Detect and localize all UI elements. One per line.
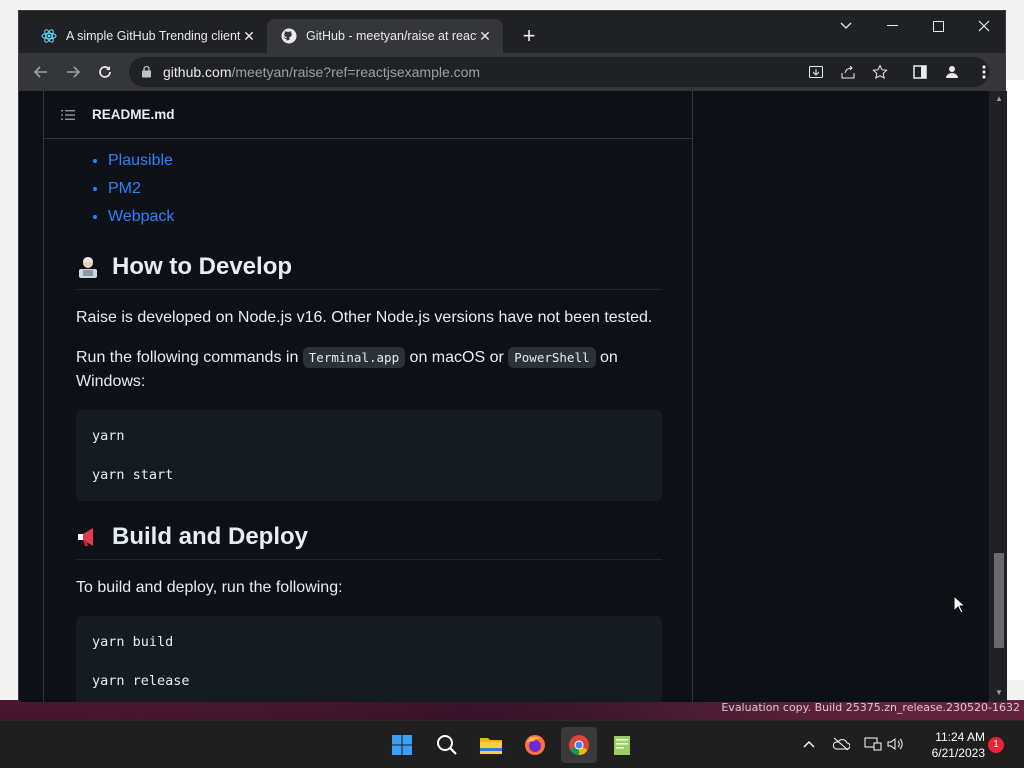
share-icon[interactable] [837,61,859,83]
lock-icon [141,65,153,79]
side-panel-icon[interactable] [909,61,931,83]
heading-build-and-deploy: Build and Deploy [76,523,662,560]
maximize-button[interactable] [915,11,961,41]
list-item[interactable]: Plausible [108,147,662,175]
url-host: github.com [163,64,232,80]
heading-how-to-develop: How to Develop [76,253,662,290]
address-bar[interactable]: github.com /meetyan/raise?ref=reactjsexa… [129,57,989,87]
reload-icon[interactable] [93,60,117,84]
volume-icon[interactable] [885,733,907,755]
browser-toolbar: github.com /meetyan/raise?ref=reactjsexa… [19,53,1005,91]
react-icon [41,28,57,44]
github-icon [281,28,297,44]
code-line: yarn build [92,634,174,650]
megaphone-emoji-icon [76,525,100,549]
close-window-button[interactable] [961,11,1007,41]
back-icon[interactable] [29,60,53,84]
inline-code-powershell: PowerShell [508,347,596,368]
readme-body: Plausible PM2 Webpack How to Develop Rai… [76,141,662,702]
tab-title: A simple GitHub Trending client f [66,29,241,43]
scrollbar-thumb[interactable] [994,553,1004,648]
close-icon[interactable]: ✕ [477,28,493,44]
clock-date: 6/21/2023 [931,746,985,760]
bookmark-star-icon[interactable] [869,61,891,83]
onedrive-offline-icon[interactable] [830,733,852,755]
file-explorer-icon[interactable] [473,727,509,763]
code-line: yarn start [92,467,174,483]
tab-title: GitHub - meetyan/raise at reactjs [306,29,477,43]
tab-github-raise[interactable]: GitHub - meetyan/raise at reactjs ✕ [267,19,503,53]
taskbar: 11:24 AM 6/21/2023 1 [0,720,1024,768]
tool-list: Plausible PM2 Webpack [76,147,662,231]
close-icon[interactable]: ✕ [241,28,257,44]
mouse-cursor-icon [953,594,967,620]
install-app-icon[interactable] [805,61,827,83]
scroll-down-icon[interactable]: ▼ [994,688,1004,698]
link-pm2[interactable]: PM2 [108,180,141,197]
chevron-up-icon[interactable] [798,733,820,755]
tab-search-icon[interactable] [823,11,869,41]
develop-node-version-text: Raise is developed on Node.js v16. Other… [76,309,653,326]
link-plausible[interactable]: Plausible [108,152,173,169]
code-line: yarn release [92,673,190,689]
chrome-icon[interactable] [561,727,597,763]
notepad-plus-plus-icon[interactable] [604,727,640,763]
list-outline-icon[interactable] [60,107,76,123]
link-webpack[interactable]: Webpack [108,208,174,225]
firefox-icon[interactable] [517,727,553,763]
readme-filename: README.md [92,107,175,122]
new-tab-button[interactable]: + [517,25,541,49]
scroll-up-icon[interactable]: ▲ [994,94,1004,104]
readme-header: README.md [44,91,692,139]
tab-strip: A simple GitHub Trending client f ✕ GitH… [19,11,1005,53]
clock-time: 11:24 AM [935,730,985,744]
profile-icon[interactable] [941,61,963,83]
menu-kebab-icon[interactable] [973,61,995,83]
inline-code-terminal: Terminal.app [302,347,406,368]
forward-icon[interactable] [61,60,85,84]
notification-badge[interactable]: 1 [988,737,1004,753]
vertical-scrollbar[interactable]: ▲ ▼ [991,91,1007,702]
text-fragment: Run the following commands in [76,349,303,366]
system-clock[interactable]: 11:24 AM 6/21/2023 [915,729,985,761]
readme-panel: README.md Plausible PM2 Webpack How to D… [43,91,693,702]
build-deploy-text: To build and deploy, run the following: [76,579,343,596]
text-fragment: on macOS or [405,349,509,366]
list-item[interactable]: PM2 [108,175,662,203]
code-block-build[interactable]: yarn build yarn release [76,616,662,702]
technologist-emoji-icon [76,255,100,279]
start-icon[interactable] [384,727,420,763]
develop-commands-text: Run the following commands in Terminal.a… [76,346,662,394]
code-block-develop[interactable]: yarn yarn start [76,410,662,501]
tab-trending-client[interactable]: A simple GitHub Trending client f ✕ [27,19,267,53]
section-title: How to Develop [112,253,293,280]
code-line: yarn [92,428,125,444]
url-path: /meetyan/raise?ref=reactjsexample.com [231,64,481,80]
list-item[interactable]: Webpack [108,203,662,231]
page-viewport: README.md Plausible PM2 Webpack How to D… [19,91,989,702]
section-title: Build and Deploy [112,523,309,550]
evaluation-watermark: Evaluation copy. Build 25375.zn_release.… [721,701,1020,714]
chrome-window: A simple GitHub Trending client f ✕ GitH… [18,10,1007,702]
minimize-button[interactable] [869,11,915,41]
search-icon[interactable] [429,727,465,763]
background-window-edge [1004,80,1024,680]
network-icon[interactable] [862,733,884,755]
